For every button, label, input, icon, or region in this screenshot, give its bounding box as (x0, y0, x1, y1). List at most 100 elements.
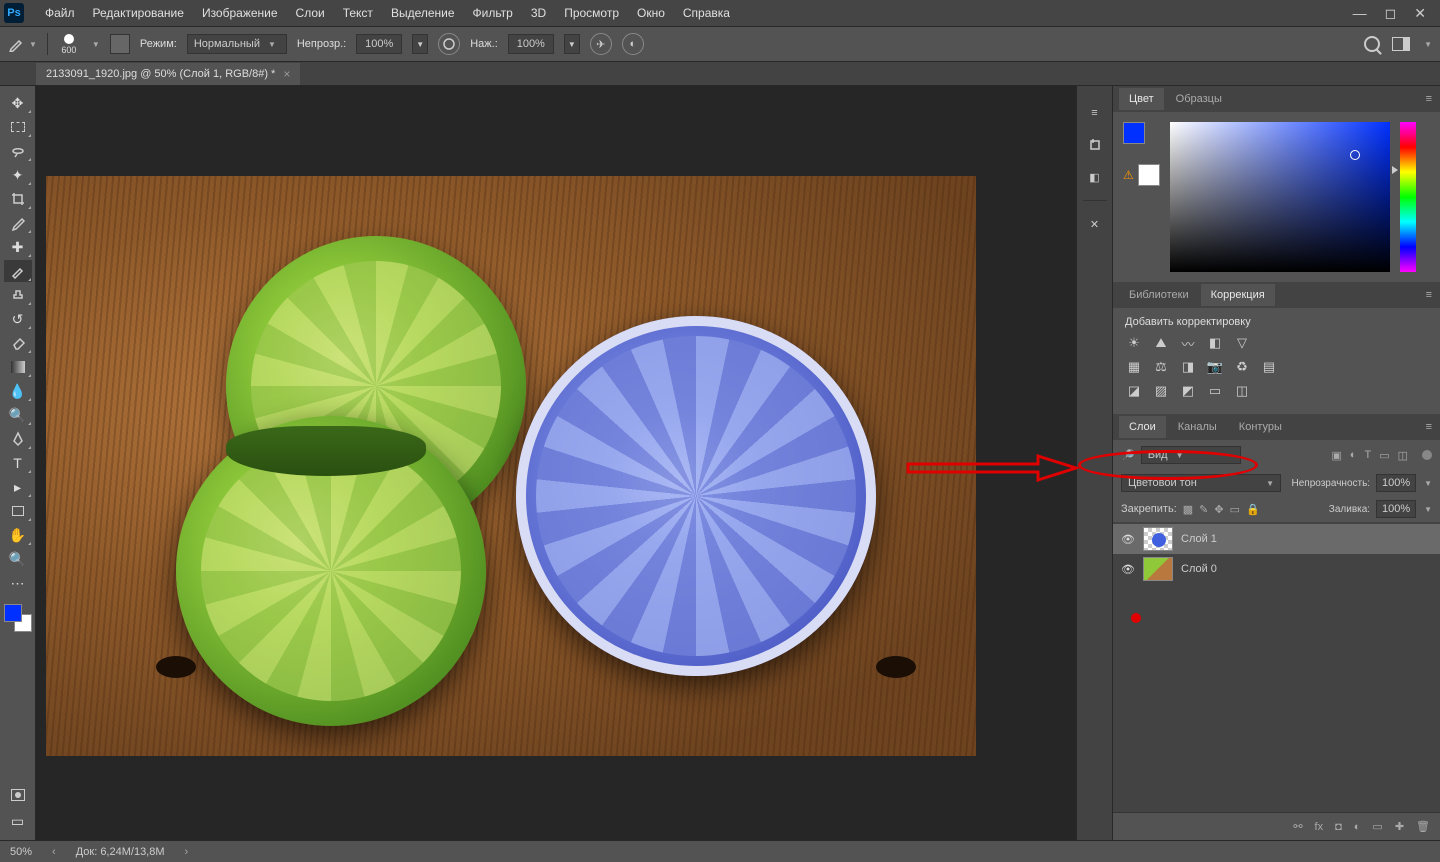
menu-filter[interactable]: Фильтр (464, 0, 522, 26)
color-lookup-icon[interactable]: ▤ (1260, 358, 1278, 376)
panel-menu-icon[interactable]: ≡ (1426, 421, 1432, 433)
add-mask-icon[interactable]: ◘ (1335, 821, 1342, 833)
fill-input[interactable]: 100% (1376, 500, 1416, 518)
tab-paths[interactable]: Контуры (1229, 416, 1292, 438)
layer-row[interactable]: 👁 Слой 0 (1113, 554, 1440, 584)
delete-layer-icon[interactable]: 🗑 (1416, 820, 1430, 833)
foreground-color[interactable] (4, 604, 22, 622)
selective-color-icon[interactable]: ◫ (1233, 382, 1251, 400)
new-adjustment-icon[interactable]: ◐ (1354, 821, 1361, 833)
curves-icon[interactable]: 〰 (1179, 334, 1197, 352)
window-close-icon[interactable]: ✕ (1414, 5, 1426, 22)
crop-tool[interactable] (4, 188, 32, 210)
history-panel-icon[interactable]: ≡ (1085, 104, 1105, 122)
document-canvas[interactable] (46, 176, 976, 756)
panel-menu-icon[interactable]: ≡ (1426, 289, 1432, 301)
color-balance-icon[interactable]: ⚖ (1152, 358, 1170, 376)
blend-mode-select[interactable]: Нормальный ▼ (187, 34, 287, 54)
rectangle-tool[interactable] (4, 500, 32, 522)
tab-layers[interactable]: Слои (1119, 416, 1166, 438)
screenmode-icon[interactable]: ▭ (4, 810, 32, 832)
visibility-toggle-icon[interactable]: 👁 (1121, 562, 1135, 576)
gamut-warning-icon[interactable]: ⚠ (1123, 168, 1134, 182)
lasso-tool[interactable] (4, 140, 32, 162)
flow-chevron[interactable]: ▼ (564, 34, 580, 54)
visibility-toggle-icon[interactable]: 👁 (1121, 532, 1135, 546)
canvas-area[interactable] (36, 86, 1076, 840)
history-brush-tool[interactable]: ↺ (4, 308, 32, 330)
dodge-tool[interactable]: 🔍 (4, 404, 32, 426)
chevron-down-icon[interactable]: ▼ (1424, 505, 1432, 514)
layer-row[interactable]: 👁 Слой 1 (1113, 524, 1440, 554)
filter-search-icon[interactable]: 🔎 (1121, 449, 1135, 462)
opacity-chevron[interactable]: ▼ (412, 34, 428, 54)
channel-mixer-icon[interactable]: ♻ (1233, 358, 1251, 376)
flow-input[interactable]: 100% (508, 34, 554, 54)
new-group-icon[interactable]: ▭ (1372, 820, 1382, 833)
chevron-right-icon[interactable]: › (185, 846, 189, 858)
opacity-input[interactable]: 100% (356, 34, 402, 54)
menu-view[interactable]: Просмотр (555, 0, 628, 26)
gradient-map-icon[interactable]: ▭ (1206, 382, 1224, 400)
link-layers-icon[interactable]: ⚯ (1293, 820, 1302, 833)
chevron-down-icon[interactable]: ▼ (1424, 479, 1432, 488)
filter-shape-icon[interactable]: ▭ (1379, 449, 1389, 462)
zoom-readout[interactable]: 50% (10, 846, 32, 858)
tab-color[interactable]: Цвет (1119, 88, 1164, 110)
panel-menu-icon[interactable]: ≡ (1426, 93, 1432, 105)
exposure-icon[interactable]: ◧ (1206, 334, 1224, 352)
tab-channels[interactable]: Каналы (1168, 416, 1227, 438)
lock-artboard-icon[interactable]: ▭ (1230, 503, 1240, 516)
tool-preset-picker[interactable]: ▼ (8, 36, 37, 52)
search-icon[interactable] (1364, 36, 1380, 52)
layer-name[interactable]: Слой 1 (1181, 533, 1217, 545)
lock-pixels-icon[interactable]: ▩ (1183, 503, 1193, 516)
brush-panel-toggle-icon[interactable] (110, 34, 130, 54)
edit-toolbar[interactable]: ⋯ (4, 572, 32, 594)
doc-info[interactable]: Док: 6,24M/13,8M (76, 846, 165, 858)
pen-tool[interactable] (4, 428, 32, 450)
marquee-tool[interactable] (4, 116, 32, 138)
color-picker-field[interactable] (1170, 122, 1390, 272)
lock-all-icon[interactable]: 🔒 (1246, 503, 1260, 516)
type-tool[interactable]: T (4, 452, 32, 474)
hue-sat-icon[interactable]: ▦ (1125, 358, 1143, 376)
close-tab-icon[interactable]: × (283, 67, 290, 81)
filter-kind-select[interactable]: Вид▼ (1141, 446, 1241, 464)
chevron-down-icon[interactable]: ▼ (1424, 40, 1432, 49)
layer-opacity-input[interactable]: 100% (1376, 474, 1416, 492)
chevron-left-icon[interactable]: ‹ (52, 846, 56, 858)
filter-pixel-icon[interactable]: ▣ (1331, 449, 1341, 462)
menu-3d[interactable]: 3D (522, 0, 555, 26)
filter-smart-icon[interactable]: ◫ (1398, 449, 1408, 462)
stamp-tool[interactable] (4, 284, 32, 306)
zoom-tool[interactable]: 🔍 (4, 548, 32, 570)
tab-libraries[interactable]: Библиотеки (1119, 284, 1199, 306)
magic-wand-tool[interactable]: ✦ (4, 164, 32, 186)
window-maximize-icon[interactable]: ◻ (1385, 5, 1397, 22)
healing-tool[interactable]: ✚ (4, 236, 32, 258)
layer-thumbnail[interactable] (1143, 527, 1173, 551)
chevron-down-icon[interactable]: ▼ (92, 40, 100, 49)
threshold-icon[interactable]: ◩ (1179, 382, 1197, 400)
color-fg-swatch[interactable] (1123, 122, 1145, 144)
levels-icon[interactable]: ⛰ (1152, 334, 1170, 352)
actions-panel-icon[interactable] (1085, 136, 1105, 154)
invert-icon[interactable]: ◪ (1125, 382, 1143, 400)
properties-panel-icon[interactable]: ◧ (1085, 168, 1105, 186)
posterize-icon[interactable]: ▨ (1152, 382, 1170, 400)
menu-edit[interactable]: Редактирование (84, 0, 193, 26)
layer-name[interactable]: Слой 0 (1181, 563, 1217, 575)
menu-text[interactable]: Текст (334, 0, 382, 26)
tab-swatches[interactable]: Образцы (1166, 88, 1232, 110)
bw-icon[interactable]: ◨ (1179, 358, 1197, 376)
airbrush-icon[interactable]: ✈ (590, 33, 612, 55)
eraser-tool[interactable] (4, 332, 32, 354)
lock-position-icon[interactable]: ✎ (1199, 503, 1208, 516)
color-bg-swatch[interactable] (1138, 164, 1160, 186)
window-minimize-icon[interactable]: — (1353, 5, 1367, 22)
filter-adj-icon[interactable]: ◐ (1350, 449, 1357, 462)
photo-filter-icon[interactable]: 📷 (1206, 358, 1224, 376)
pressure-size-icon[interactable]: ◐ (622, 33, 644, 55)
menu-file[interactable]: Файл (36, 0, 84, 26)
